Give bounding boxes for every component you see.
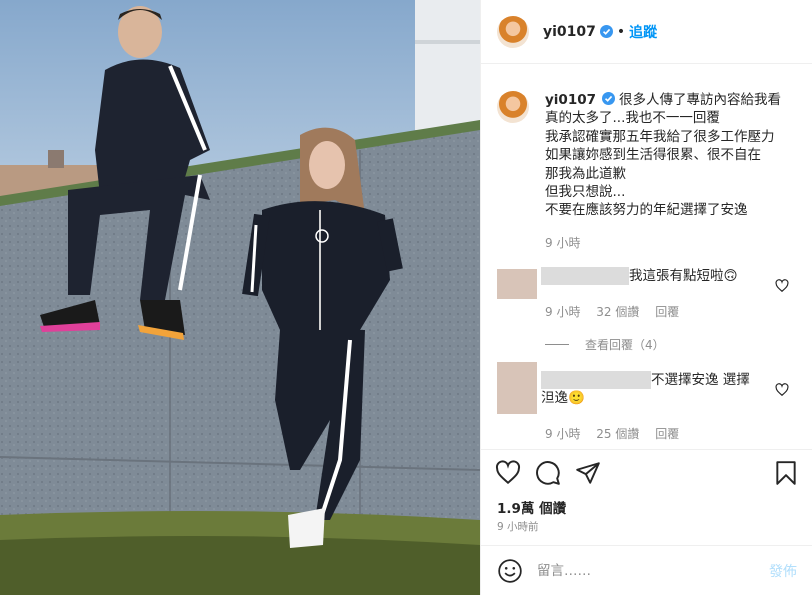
emoji-icon[interactable] — [497, 558, 523, 584]
comment-1: 我這張有點短啦🙃 — [541, 267, 771, 285]
comment-2: 不選擇安逸 選擇 泹逸🙂 — [541, 371, 761, 407]
redacted-username — [541, 371, 651, 389]
caption-meta: 9 小時 — [545, 234, 592, 251]
post-time: 9 小時前 — [497, 521, 539, 533]
photo-illustration — [0, 0, 480, 595]
photo-tower — [415, 0, 480, 130]
comment-like-icon[interactable] — [775, 279, 789, 293]
add-comment-bar: 發佈 — [481, 545, 812, 595]
share-icon[interactable] — [575, 460, 601, 486]
comments-scroll[interactable]: yi0107 很多人傳了專訪內容給我看 真的太多了...我也不一一回覆 我承認確實… — [481, 65, 812, 449]
caption-avatar[interactable] — [497, 91, 529, 123]
post-sidebar: yi0107 • 追蹤 yi0107 很多人傳了專訪內容給我看 真的太多了...我… — [480, 0, 812, 595]
author-avatar[interactable] — [497, 15, 529, 48]
comment-1-meta: 9 小時 32 個讚 回覆 — [545, 303, 691, 320]
caption-body: yi0107 很多人傳了專訪內容給我看 真的太多了...我也不一一回覆 我承認確實… — [545, 91, 812, 220]
redacted-username — [541, 267, 629, 285]
comment-2-likes[interactable]: 25 個讚 — [596, 427, 639, 441]
verified-badge-icon — [602, 92, 616, 105]
photo-chimney — [48, 150, 64, 168]
comment-like-icon[interactable] — [775, 383, 789, 397]
comment-2-meta: 9 小時 25 個讚 回覆 — [545, 425, 691, 442]
post-actions: 1.9萬 個讚 9 小時前 — [481, 449, 812, 545]
author-username[interactable]: yi0107 — [543, 24, 596, 40]
caption-username[interactable]: yi0107 — [545, 92, 596, 108]
follow-button[interactable]: 追蹤 — [629, 22, 657, 42]
comment-1-reply[interactable]: 回覆 — [655, 305, 679, 319]
view-replies-button[interactable]: 查看回覆（4） — [545, 336, 677, 353]
comment-2-reply[interactable]: 回覆 — [655, 427, 679, 441]
header-separator: • — [616, 23, 626, 40]
replies-divider — [545, 344, 569, 345]
comment-avatar[interactable] — [497, 269, 537, 299]
bookmark-icon[interactable] — [773, 460, 799, 486]
comment-2-time: 9 小時 — [545, 427, 581, 441]
post-header: yi0107 • 追蹤 — [481, 0, 812, 64]
comment-1-time: 9 小時 — [545, 305, 581, 319]
comment-icon[interactable] — [535, 460, 561, 486]
caption-text: 很多人傳了專訪內容給我看 真的太多了...我也不一一回覆 我承認確實那五年我給了… — [545, 92, 782, 219]
comment-input[interactable] — [537, 562, 757, 579]
verified-badge-icon — [599, 25, 613, 38]
post-comment-button[interactable]: 發佈 — [769, 561, 797, 581]
post-photo[interactable] — [0, 0, 480, 595]
likes-count[interactable]: 1.9萬 個讚 — [497, 497, 566, 517]
heart-icon[interactable] — [495, 460, 521, 486]
comment-1-likes[interactable]: 32 個讚 — [596, 305, 639, 319]
comment-1-text: 我這張有點短啦🙃 — [629, 268, 738, 284]
caption-time: 9 小時 — [545, 236, 581, 250]
view-replies-label: 查看回覆（4） — [585, 338, 665, 352]
comment-avatar[interactable] — [497, 362, 537, 414]
